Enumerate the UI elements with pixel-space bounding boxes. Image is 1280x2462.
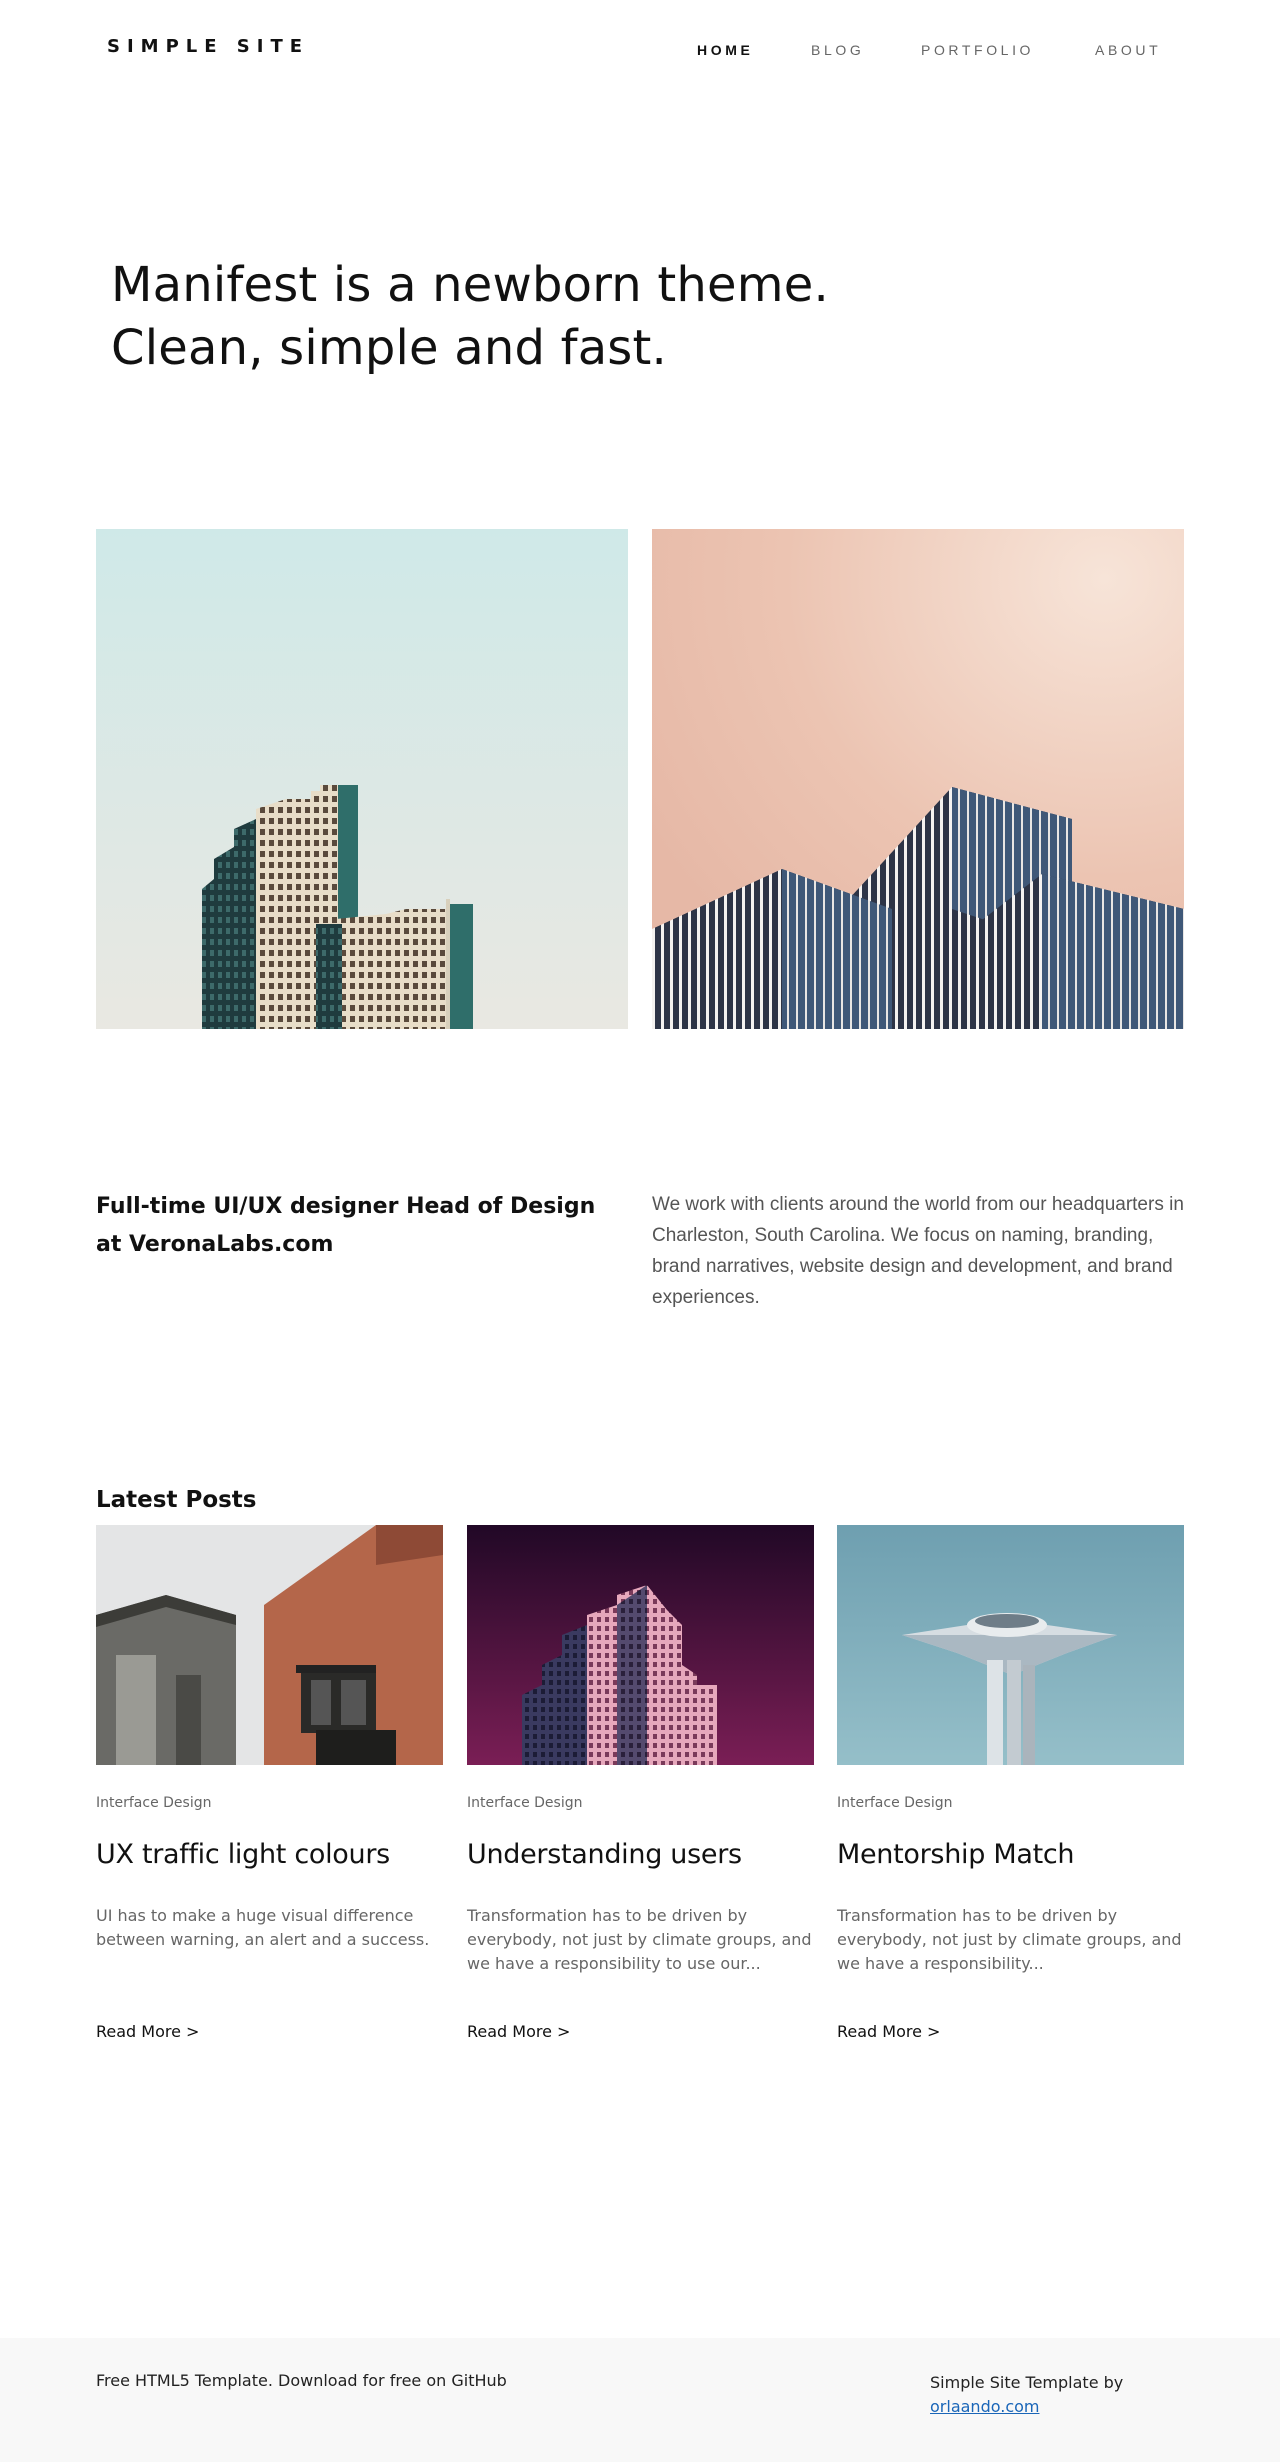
read-more-link[interactable]: Read More > — [96, 2022, 199, 2041]
post-card: Interface Design Mentorship Match Transf… — [837, 1525, 1184, 2041]
hero-heading: Manifest is a newborn theme. Clean, simp… — [111, 254, 871, 380]
post-image[interactable] — [96, 1525, 443, 1765]
post-card: Interface Design UX traffic light colour… — [96, 1525, 443, 2041]
post-category[interactable]: Interface Design — [837, 1795, 1184, 1811]
footer-note: Free HTML5 Template. Download for free o… — [96, 2371, 507, 2390]
footer-credit-text: Simple Site Template by — [930, 2373, 1124, 2392]
post-excerpt: Transformation has to be driven by every… — [467, 1906, 812, 1973]
nav-blog-link[interactable]: BLOG — [811, 42, 864, 58]
site-footer: Free HTML5 Template. Download for free o… — [0, 2338, 1280, 2462]
hero-line-2: Clean, simple and fast. — [111, 320, 667, 376]
footer-credit-link[interactable]: orlaando.com — [930, 2397, 1039, 2416]
post-excerpt: Transformation has to be driven by every… — [837, 1906, 1182, 1973]
hero-line-1: Manifest is a newborn theme. — [111, 257, 829, 313]
post-category[interactable]: Interface Design — [467, 1795, 814, 1811]
about-text: We work with clients around the world fr… — [652, 1194, 1184, 1308]
site-header: SIMPLE SITE HOME BLOG PORTFOLIO ABOUT — [0, 0, 1280, 100]
latest-posts-title: Latest Posts — [96, 1487, 257, 1513]
read-more-link[interactable]: Read More > — [837, 2022, 940, 2041]
read-more-link[interactable]: Read More > — [467, 2022, 570, 2041]
footer-credit: Simple Site Template by orlaando.com — [930, 2371, 1123, 2419]
site-logo[interactable]: SIMPLE SITE — [107, 36, 309, 57]
nav-home-link[interactable]: HOME — [697, 42, 753, 58]
nav-portfolio-link[interactable]: PORTFOLIO — [921, 42, 1034, 58]
hero-image-right — [652, 529, 1184, 1029]
nav-about-link[interactable]: ABOUT — [1095, 42, 1161, 58]
post-image[interactable] — [837, 1525, 1184, 1765]
post-excerpt: UI has to make a huge visual difference … — [96, 1906, 430, 1949]
post-image[interactable] — [467, 1525, 814, 1765]
post-card: Interface Design Understanding users Tra… — [467, 1525, 814, 2041]
hero-image-left — [96, 529, 628, 1029]
post-title[interactable]: UX traffic light colours — [96, 1839, 443, 1870]
post-category[interactable]: Interface Design — [96, 1795, 443, 1811]
post-title[interactable]: Understanding users — [467, 1839, 814, 1870]
post-title[interactable]: Mentorship Match — [837, 1839, 1184, 1870]
about-title: Full-time UI/UX designer Head of Design … — [96, 1194, 596, 1257]
